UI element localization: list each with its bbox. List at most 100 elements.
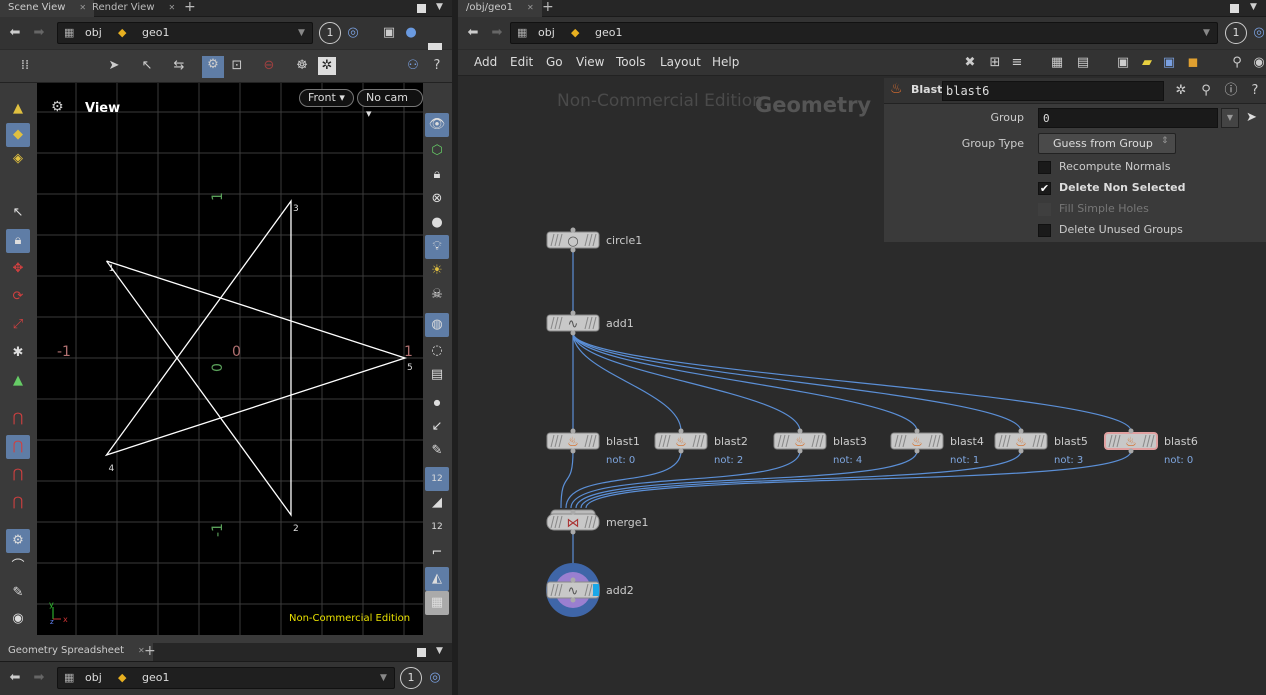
checkbox-fill-simple-holes[interactable] [1038,203,1051,216]
view-tool-icon[interactable]: ⚙ [6,529,30,553]
menu-help[interactable]: Help [712,55,739,69]
pen-icon[interactable]: ✎ [425,439,449,463]
brush-icon[interactable]: ✎ [6,581,30,605]
display-flag[interactable] [593,584,599,596]
lock-icon[interactable]: 🔒︎ [6,229,30,253]
wireframe-icon[interactable]: ◌ [425,339,449,363]
grid-view-icon[interactable]: ▦ [1048,54,1066,72]
wire-add1-blast5[interactable] [572,332,1022,432]
path-field[interactable]: ▦ obj ◆ geo1 ▼ [510,22,1218,44]
pane-menu-icon[interactable]: ▼ [436,646,443,656]
shading-icon[interactable]: ● [402,24,420,42]
asset-icon[interactable]: ◼ [1184,54,1202,72]
chevron-down-icon[interactable]: ▼ [298,28,305,38]
crumb-obj[interactable]: obj [85,671,102,684]
grid-dots-icon[interactable]: ⁞⁞ [16,57,34,75]
output-connector[interactable] [570,448,576,454]
back-arrow-icon[interactable]: ⬅ [6,669,24,687]
back-arrow-icon[interactable]: ⬅ [464,24,482,42]
menu-tools[interactable]: Tools [616,55,646,69]
output-connector[interactable] [570,247,576,253]
ghost-icon[interactable]: ⊗ [425,187,449,211]
pose-tool-icon[interactable]: ✱ [6,341,30,365]
chevron-down-icon[interactable]: ▼ [1203,28,1210,38]
snap-multi-icon[interactable]: ⋂ [6,491,30,515]
input-connector[interactable] [570,509,576,515]
transform-icon[interactable]: ⇆ [170,57,188,75]
input-connector[interactable] [1018,428,1024,434]
input-connector[interactable] [914,428,920,434]
info-icon[interactable]: ⓘ [1222,82,1240,100]
background-image-icon[interactable]: ◭ [425,567,449,591]
forward-arrow-icon[interactable]: ➡ [488,24,506,42]
lock-camera-icon[interactable]: 🔒︎ [425,163,449,187]
close-icon[interactable]: ✕ [169,3,176,12]
scale-tool-icon[interactable]: ⤢ [6,313,30,337]
viewport[interactable]: -1 0 1 1 0 -1 1 2 3 4 5 y x z ⚙ View Front ▾ No cam ▾… [37,83,423,635]
vertex-numbers-icon[interactable]: 12 [425,515,449,539]
blast-node-icon[interactable]: ♨ [890,81,903,97]
gear-icon[interactable]: ✲ [1172,82,1190,100]
disabled-icon[interactable]: ⊖ [260,57,278,75]
light-icon[interactable]: 💡︎ [425,235,449,259]
target-icon[interactable]: ◎ [1250,24,1266,42]
node-blast1[interactable]: ♨ blast1 not: 0 [546,428,640,467]
tab-network[interactable]: /obj/geo1 ✕ [458,0,542,17]
tab-scene-view[interactable]: Scene View ✕ [0,0,95,17]
tree-icon[interactable]: ⊞ [986,54,1004,72]
display-points-icon[interactable]: ▤ [425,363,449,387]
group-dropdown-icon[interactable]: ▼ [1221,108,1239,128]
prim-numbers-icon[interactable]: ◢ [425,491,449,515]
viewport-link-button[interactable]: 1 [319,22,341,44]
path-field[interactable]: ▦ obj ◆ geo1 ▼ [57,667,395,689]
display-options-icon[interactable]: 👁︎ [425,113,449,137]
input-connector[interactable] [570,428,576,434]
node-blast3[interactable]: ♨ blast3 not: 4 [773,428,867,467]
table-icon[interactable]: ▤ [1074,54,1092,72]
list-icon[interactable]: ≡ [1008,54,1026,72]
maximize-icon[interactable] [417,4,426,13]
maximize-icon[interactable] [1230,4,1239,13]
point-dot-icon[interactable]: ● [425,391,449,415]
texture-icon[interactable]: ▦ [425,591,449,615]
menu-go[interactable]: Go [546,55,563,69]
input-connector[interactable] [570,227,576,233]
eye-icon[interactable]: ◉ [1250,54,1266,72]
rotate-tool-icon[interactable]: ⟳ [6,285,30,309]
node-blast5[interactable]: ♨ blast5 not: 3 [994,428,1088,467]
wire-add1-blast3[interactable] [572,332,801,432]
select-arrow-icon[interactable]: ➤ [1246,110,1257,125]
node-name-input[interactable] [942,81,1164,101]
target-icon[interactable]: ◎ [344,24,362,42]
checkbox-delete-unused-groups[interactable] [1038,224,1051,237]
visibility-icon[interactable]: ⬡ [425,139,449,163]
view-menu[interactable]: Front ▾ [299,89,354,107]
search-icon[interactable]: ⚲ [1197,82,1215,100]
normals-icon[interactable]: ↙ [425,415,449,439]
search-icon[interactable]: ⚲ [1228,54,1246,72]
arc-icon[interactable]: ⌒ [6,555,30,579]
group-input[interactable] [1038,108,1218,128]
node-merge1[interactable]: ⋈ merge1 [546,509,649,535]
camera-group-icon[interactable]: ⚙ [202,56,224,78]
menu-view[interactable]: View [576,55,604,69]
image-icon[interactable]: ▣ [1114,54,1132,72]
output-connector[interactable] [1018,448,1024,454]
sticky-note-icon[interactable]: ▰ [1138,54,1156,72]
output-connector[interactable] [797,448,803,454]
background-image-icon[interactable]: ▣ [1160,54,1178,72]
node-blast2[interactable]: ♨ blast2 not: 2 [654,428,748,467]
back-arrow-icon[interactable]: ⬅ [6,24,24,42]
group-type-select[interactable]: Guess from Group ⇕ [1038,133,1176,154]
link-button[interactable]: 1 [1225,22,1247,44]
shading-mode-icon[interactable]: ◍ [425,313,449,337]
handle-tool-icon[interactable]: ▲ [6,369,30,393]
pane-menu-icon[interactable]: ▼ [436,2,443,12]
pane-menu-icon[interactable]: ▼ [1250,2,1257,12]
maximize-icon[interactable] [417,648,426,657]
cube-icon[interactable]: ▣ [380,24,398,42]
input-connector[interactable] [678,428,684,434]
menu-layout[interactable]: Layout [660,55,701,69]
forward-arrow-icon[interactable]: ➡ [30,669,48,687]
wire-blast1-merge1[interactable] [560,450,574,509]
